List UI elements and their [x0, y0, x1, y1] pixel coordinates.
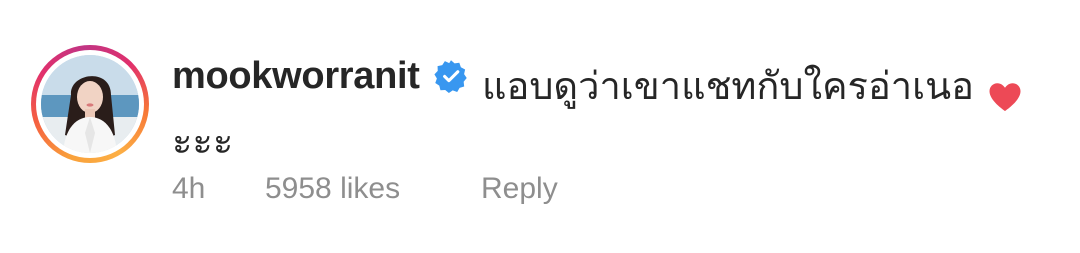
avatar-photo-icon	[41, 55, 139, 153]
comment-timestamp: 4h	[172, 172, 206, 205]
comment-row: mookworranit แอบดูว่าเขาแชทกับใครอ่าเนอ …	[0, 0, 1080, 253]
comment-username[interactable]: mookworranit	[172, 55, 420, 98]
avatar-story-ring[interactable]	[31, 45, 149, 163]
comment-text-line1: แอบดูว่าเขาแชทกับใครอ่าเนอ	[482, 66, 974, 108]
comment-text-line2: ะะะ	[172, 121, 234, 163]
reply-button[interactable]: Reply	[481, 172, 558, 206]
heart-filled-icon[interactable]	[988, 82, 1022, 112]
avatar[interactable]	[41, 55, 139, 153]
comment-likes-count[interactable]: 5958 likes	[265, 172, 400, 206]
verified-badge-icon	[434, 59, 468, 93]
